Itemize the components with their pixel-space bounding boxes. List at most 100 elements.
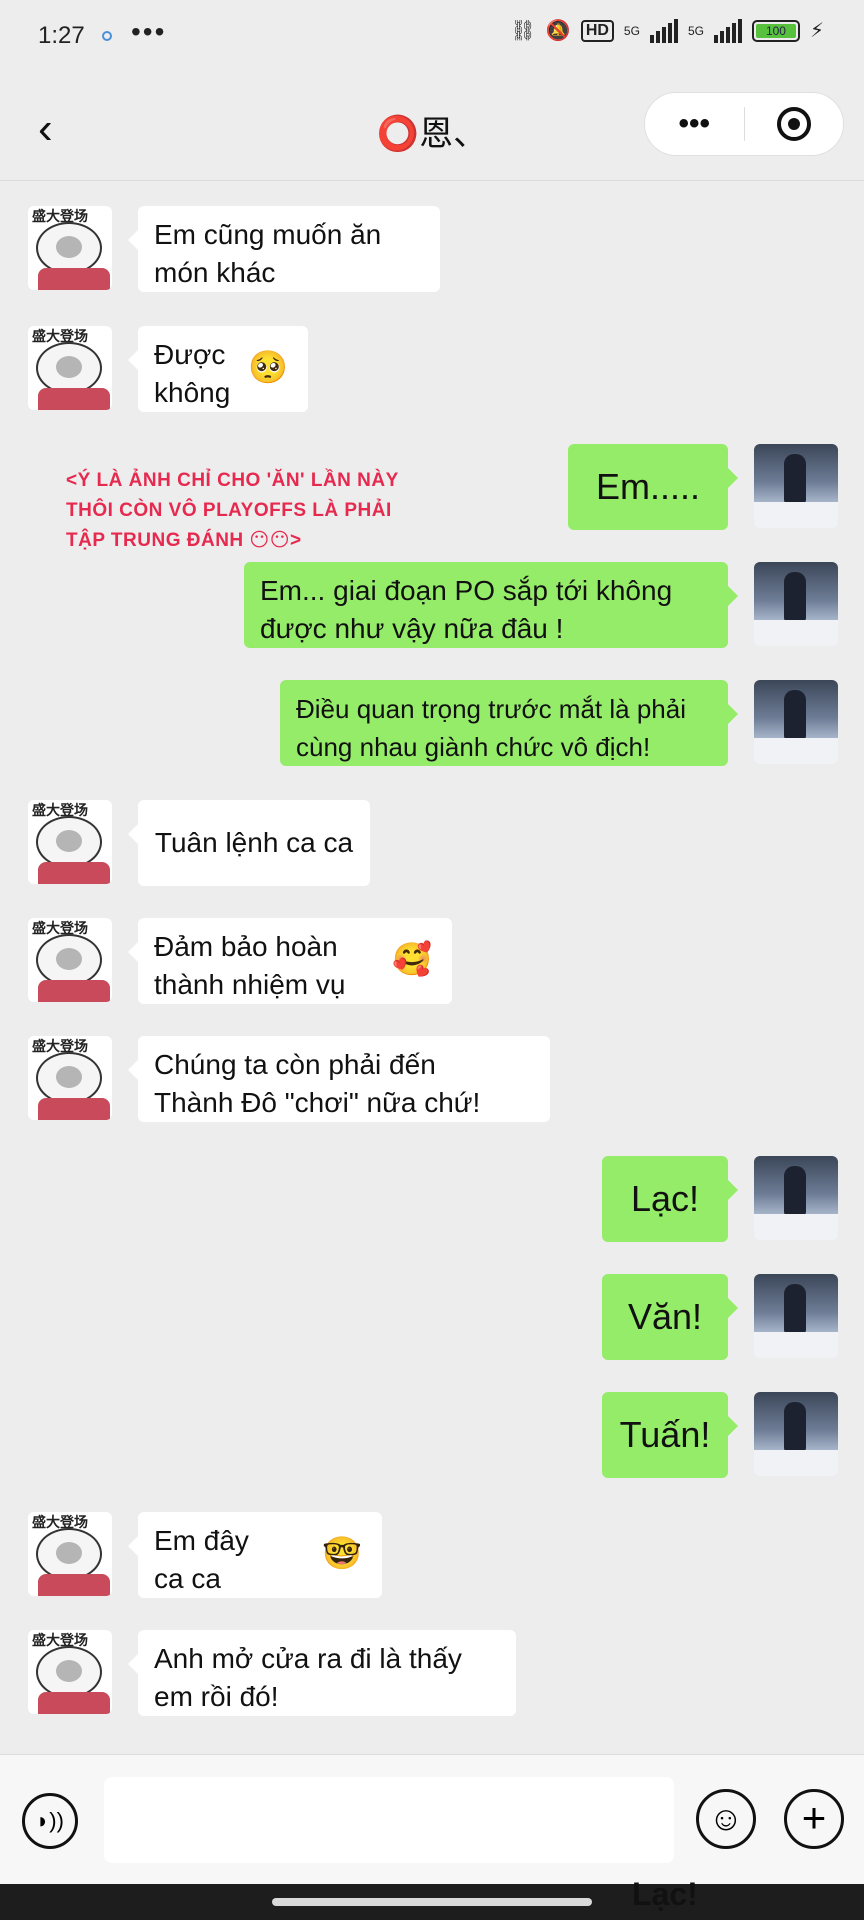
message-text: Điều quan trọng trước mắt là phải: [296, 694, 686, 724]
message-bubble[interactable]: Tuấn!: [602, 1392, 738, 1478]
message-row: Em.....: [0, 444, 864, 534]
close-button[interactable]: [745, 107, 844, 141]
avatar[interactable]: 盛大登场: [28, 918, 112, 1002]
avatar[interactable]: [754, 680, 838, 764]
message-text: em rồi đó!: [154, 1681, 279, 1712]
avatar[interactable]: 盛大登场: [28, 800, 112, 884]
input-bar: ◗)) ☺ +: [0, 1754, 864, 1885]
signal-icon: [649, 18, 678, 43]
overlay-text: Lạc!: [632, 1876, 698, 1912]
message-text: Em... giai đoạn PO sắp tới không: [260, 575, 673, 606]
message-bubble[interactable]: Điều quan trọng trước mắt là phải cùng nh…: [280, 680, 738, 766]
message-text: Chúng ta còn phải đến: [154, 1049, 436, 1080]
more-button[interactable]: •••: [645, 107, 744, 141]
message-row: Điều quan trọng trước mắt là phải cùng nh…: [0, 680, 864, 770]
mini-program-capsule: •••: [644, 92, 844, 156]
message-bubble[interactable]: Được không 🥺: [128, 326, 308, 412]
scarf-icon: [38, 268, 110, 290]
message-bubble[interactable]: Tuân lệnh ca ca: [128, 800, 370, 886]
status-more-icon: •••: [131, 16, 167, 47]
home-indicator[interactable]: [272, 1898, 592, 1906]
scarf-icon: [38, 862, 110, 884]
system-nav-bar: [0, 1884, 864, 1920]
bear-face-icon: [36, 1052, 102, 1104]
message-bubble[interactable]: Em... giai đoạn PO sắp tới không được như…: [244, 562, 738, 648]
notification-dot-icon: [102, 31, 112, 41]
message-row: 盛大登场 Tuân lệnh ca ca: [0, 800, 864, 890]
avatar[interactable]: [754, 1392, 838, 1476]
target-icon: [776, 107, 811, 141]
avatar[interactable]: 盛大登场: [28, 326, 112, 410]
message-text: cùng nhau giành chức vô địch!: [296, 732, 651, 762]
charging-icon: ⚡: [809, 20, 824, 42]
message-text: được như vậy nữa đâu !: [260, 613, 564, 644]
avatar[interactable]: 盛大登场: [28, 1036, 112, 1120]
message-bubble[interactable]: Văn!: [602, 1274, 738, 1360]
message-row: 盛大登场 Em đây ca ca 🤓: [0, 1512, 864, 1602]
person-figure-icon: [784, 690, 806, 740]
status-time: 1:27: [38, 22, 85, 49]
voice-button[interactable]: ◗)): [22, 1793, 78, 1849]
hill-icon: [754, 1450, 838, 1476]
message-row: 盛大登场 Em cũng muốn ăn món khác: [0, 206, 864, 296]
avatar[interactable]: [754, 444, 838, 528]
bear-face-icon: [36, 816, 102, 868]
scarf-icon: [38, 1692, 110, 1714]
link-icon: ⛓: [510, 20, 536, 42]
sig2-label: 5G: [687, 23, 704, 38]
hill-icon: [754, 738, 838, 764]
avatar[interactable]: [754, 562, 838, 646]
person-figure-icon: [784, 454, 806, 504]
person-figure-icon: [784, 1402, 806, 1452]
person-figure-icon: [784, 1284, 806, 1334]
message-text: Tuân lệnh ca ca: [154, 827, 354, 858]
message-text: Văn!: [627, 1296, 703, 1337]
bear-face-icon: [36, 1528, 102, 1580]
message-input[interactable]: [104, 1777, 674, 1863]
message-bubble[interactable]: Em cũng muốn ăn món khác: [128, 206, 440, 292]
avatar[interactable]: [754, 1156, 838, 1240]
bear-face-icon: [36, 342, 102, 394]
message-bubble[interactable]: Anh mở cửa ra đi là thấy em rồi đó!: [128, 1630, 516, 1716]
scarf-icon: [38, 1574, 110, 1596]
message-row: 盛大登场 Đảm bảo hoàn thành nhiệm vụ 🥰: [0, 918, 864, 1008]
message-bubble[interactable]: Chúng ta còn phải đến Thành Đô "chơi" nữa…: [128, 1036, 550, 1122]
avatar[interactable]: [754, 1274, 838, 1358]
message-bubble[interactable]: Lạc!: [602, 1156, 738, 1242]
hill-icon: [754, 1332, 838, 1358]
avatar[interactable]: 盛大登场: [28, 1512, 112, 1596]
plus-button[interactable]: +: [784, 1789, 844, 1849]
scarf-icon: [38, 1098, 110, 1120]
message-row: Tuấn!: [0, 1392, 864, 1482]
message-text: Em cũng muốn ăn: [154, 219, 382, 250]
scarf-icon: [38, 980, 110, 1002]
message-bubble[interactable]: Đảm bảo hoàn thành nhiệm vụ 🥰: [128, 918, 452, 1004]
sig1-label: 5G: [623, 23, 640, 38]
status-bar: 1:27 ••• ⛓ 🔕 HD 5G 5G 100 ⚡: [0, 0, 864, 76]
message-text: Em.....: [595, 466, 700, 507]
avatar[interactable]: 盛大登场: [28, 1630, 112, 1714]
message-text: món khác: [154, 257, 276, 288]
signal2-icon: [713, 18, 742, 43]
message-text: Lạc!: [630, 1178, 700, 1219]
message-row: 盛大登场 Anh mở cửa ra đi là thấy em rồi đó!: [0, 1630, 864, 1720]
hill-icon: [754, 620, 838, 646]
message-row: Lạc!: [0, 1156, 864, 1246]
bear-face-icon: [36, 1646, 102, 1698]
avatar[interactable]: 盛大登场: [28, 206, 112, 290]
emoji-button[interactable]: ☺: [696, 1789, 756, 1849]
battery-icon: 100: [751, 19, 800, 42]
message-bubble[interactable]: Em.....: [568, 444, 738, 530]
emoji-icon: 🥺: [248, 349, 288, 385]
scarf-icon: [38, 388, 110, 410]
message-bubble[interactable]: Em đây ca ca 🤓: [128, 1512, 382, 1598]
message-text: Anh mở cửa ra đi là thấy: [154, 1643, 462, 1674]
message-row: Em... giai đoạn PO sắp tới không được như…: [0, 562, 864, 652]
emoji-icon: 🤓: [322, 1535, 362, 1571]
message-row: 盛大登场 Chúng ta còn phải đến Thành Đô "chơi"…: [0, 1036, 864, 1126]
message-row: Văn!: [0, 1274, 864, 1364]
message-row: 盛大登场 Được không 🥺: [0, 326, 864, 416]
person-figure-icon: [784, 1166, 806, 1216]
person-figure-icon: [784, 572, 806, 622]
bear-face-icon: [36, 222, 102, 274]
